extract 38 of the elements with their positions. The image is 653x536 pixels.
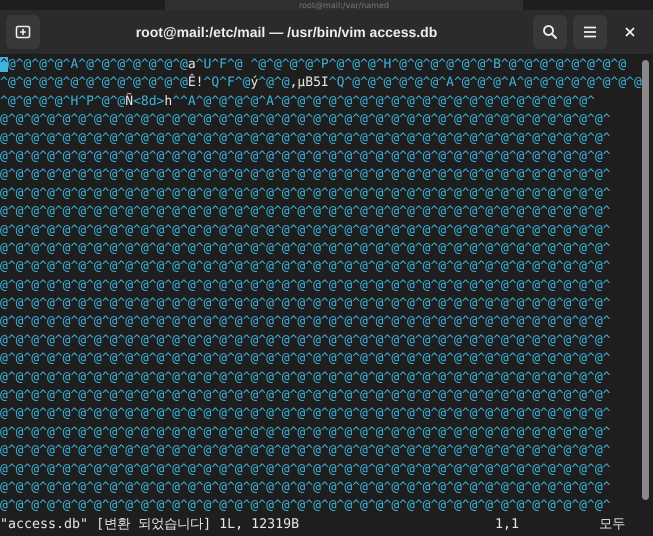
search-icon: [542, 24, 558, 40]
terminal-line: @^@^@^@^@^@^@^@^@^@^@^@^@^@^@^@^@^@^@^@^@^@^@^@^@^@^@^@^@^@^@^@^@^@^@^@^@^@^@^: [0, 424, 612, 442]
terminal-line: @^@^@^@^@^@^@^@^@^@^@^@^@^@^@^@^@^@^@^@^@^@^@^@^@^@^@^@^@^@^@^@^@^@^@^@^@^@^@^: [0, 405, 612, 424]
terminal-line: @^@^@^@^@^@^@^@^@^@^@^@^@^@^@^@^@^@^@^@^@^@^@^@^@^@^@^@^@^@^@^@^@^@^@^@^@^@^@^: [0, 460, 612, 479]
terminal-line: @^@^@^@^@^@^@^@^@^@^@^@^@^@^@^@^@^@^@^@^@^@^@^@^@^@^@^@^@^@^@^@^@^@^@^@^@^@^@^: [0, 240, 612, 258]
close-icon: [625, 27, 635, 37]
terminal-line: @^@^@^@^@^@^@^@^@^@^@^@^@^@^@^@^@^@^@^@^@^@^@^@^@^@^@^@^@^@^@^@^@^@^@^@^@^@^@^: [0, 368, 612, 387]
terminal-line: @^@^@^@^@^@^@^@^@^@^@^@^@^@^@^@^@^@^@^@^@^@^@^@^@^@^@^@^@^@^@^@^@^@^@^@^@^@^@^: [0, 130, 612, 148]
terminal-line: @^@^@^@^@^@^@^@^@^@^@^@^@^@^@^@^@^@^@^@^@^@^@^@^@^@^@^@^@^@^@^@^@^@^@^@^@^@^@^: [0, 276, 612, 295]
terminal-line: @^@^@^@^@^@^@^@^@^@^@^@^@^@^@^@^@^@^@^@^@^@^@^@^@^@^@^@^@^@^@^@^@^@^@^@^@^@^@^: [0, 332, 612, 350]
terminal-line: @^@^@^@^@^@^@^@^@^@^@^@^@^@^@^@^@^@^@^@^@^@^@^@^@^@^@^@^@^@^@^@^@^@^@^@^@^@^@^: [0, 222, 612, 240]
new-tab-icon: [15, 24, 31, 40]
menu-icon: [583, 26, 597, 38]
terminal-line: @^@^@^@^@^@^@^@^@^@^@^@^@^@^@^@^@^@^@^@^@^@^@^@^@^@^@^@^@^@^@^@^@^@^@^@^@^@^@^: [0, 203, 612, 222]
new-tab-button[interactable]: [6, 15, 40, 49]
scrollbar[interactable]: [642, 60, 649, 500]
terminal-line: @^@^@^@^@^@^@^@^@^@^@^@^@^@^@^@^@^@^@^@^@^@^@^@^@^@^@^@^@^@^@^@^@^@^@^@^@^@^@^: [0, 313, 612, 332]
terminal-line: @^@^@^@^@^@^@^@^@^@^@^@^@^@^@^@^@^@^@^@^@^@^@^@^@^@^@^@^@^@^@^@^@^@^@^@^@^@^@^: [0, 184, 612, 203]
terminal-line: @^@^@^@^@^@^@^@^@^@^@^@^@^@^@^@^@^@^@^@^@^@^@^@^@^@^@^@^@^@^@^@^@^@^@^@^@^@^@^: [0, 442, 612, 460]
terminal-line: @^@^@^@^@^@^@^@^@^@^@^@^@^@^@^@^@^@^@^@^@^@^@^@^@^@^@^@^@^@^@^@^@^@^@^@^@^@^@^: [0, 350, 612, 368]
terminal-line: @^@^@^@^@^@^@^@^@^@^@^@^@^@^@^@^@^@^@^@^@^@^@^@^@^@^@^@^@^@^@^@^@^@^@^@^@^@^@^: [0, 111, 612, 130]
terminal-line: @^@^@^@^@^@^@^@^@^@^@^@^@^@^@^@^@^@^@^@^@^@^@^@^@^@^@^@^@^@^@^@^@^@^@^@^@^@^@^: [0, 478, 612, 497]
search-button[interactable]: [533, 15, 567, 49]
terminal-line: @^@^@^@^@^@^@^@^@^@^@^@^@^@^@^@^@^@^@^@^@^@^@^@^@^@^@^@^@^@^@^@^@^@^@^@^@^@^@^: [0, 148, 612, 166]
terminal-line: @^@^@^@^@^@^@^@^@^@^@^@^@^@^@^@^@^@^@^@^@^@^@^@^@^@^@^@^@^@^@^@^@^@^@^@^@^@^@^: [0, 258, 612, 276]
terminal-line: ^@^@^@^@^A^@^@^@^@^@^@^@a^U^F^@ ^@^@^@^@^P^@^@^@^H^@^@^@^@^@^@^B^@^@^@^@^@^@^@^@: [0, 56, 628, 74]
terminal-line: ^@^@^@^@^@^@^@^@^@^@^@^@Ê!^Q^F^@ý^@^@,µB5I^Q^@^@^@^@^@^@^A^@^@^@^A^@^@^@^@^@^@^@^@: [0, 74, 642, 92]
window-title: root@mail:/etc/mail — /usr/bin/vim access.db: [134, 24, 438, 40]
terminal-line: ^@^@^@^@^H^P^@^@Ñ<8d>h^^A^@^@^@^@^A^@^@^@^@^@^@^@^@^@^@^@^@^@^@^@^@^@^@^@^@^: [0, 92, 596, 111]
terminal-line: @^@^@^@^@^@^@^@^@^@^@^@^@^@^@^@^@^@^@^@^@^@^@^@^@^@^@^@^@^@^@^@^@^@^@^@^@^@^@^: [0, 295, 612, 314]
background-window-title: root@mail:/var/named: [299, 1, 389, 10]
terminal-line: @^@^@^@^@^@^@^@^@^@^@^@^@^@^@^@^@^@^@^@^@^@^@^@^@^@^@^@^@^@^@^@^@^@^@^@^@^@^@^: [0, 166, 612, 184]
menu-button[interactable]: [573, 15, 607, 49]
scroll-indicator: 모두: [599, 516, 625, 534]
status-message: "access.db" [변환 되었습니다] 1L, 12319B: [0, 516, 300, 534]
terminal-line: @^@^@^@^@^@^@^@^@^@^@^@^@^@^@^@^@^@^@^@^@^@^@^@^@^@^@^@^@^@^@^@^@^@^@^@^@^@^@^: [0, 497, 612, 516]
terminal-line: @^@^@^@^@^@^@^@^@^@^@^@^@^@^@^@^@^@^@^@^@^@^@^@^@^@^@^@^@^@^@^@^@^@^@^@^@^@^@^: [0, 387, 612, 406]
cursor-position: 1,1: [495, 516, 520, 534]
